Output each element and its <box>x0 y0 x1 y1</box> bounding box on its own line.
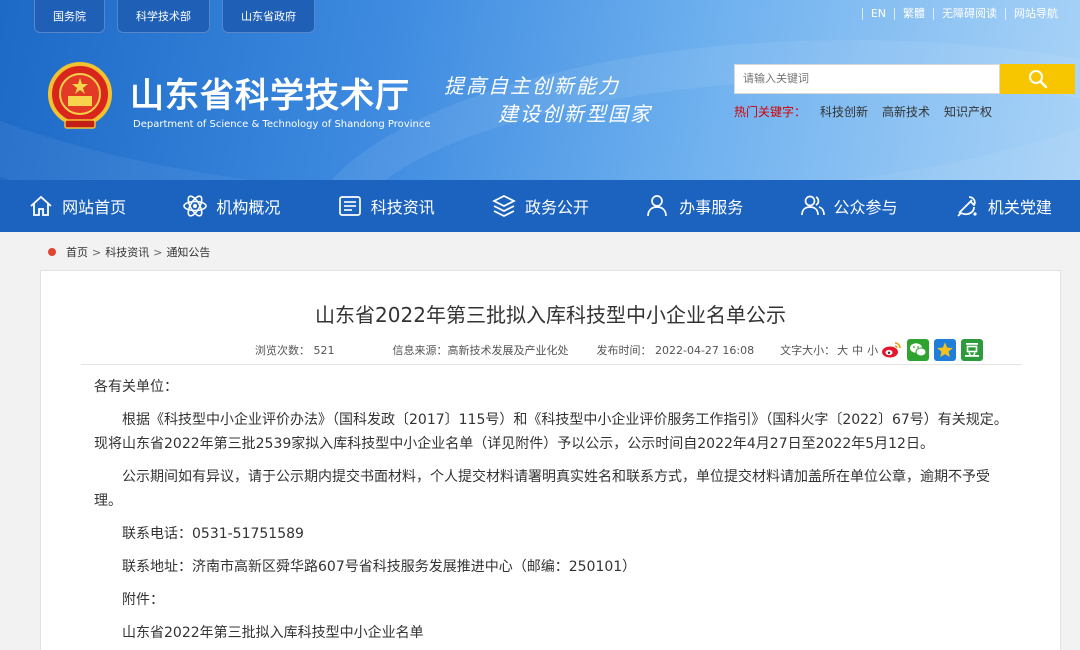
hot-keyword[interactable]: 知识产权 <box>944 103 992 120</box>
contact-address: 联系地址：济南市高新区舜华路607号省科技服务发展推进中心（邮编：250101） <box>122 559 637 575</box>
weibo-icon[interactable] <box>880 339 903 361</box>
hot-keyword[interactable]: 科技创新 <box>820 103 868 120</box>
atom-icon <box>183 195 208 217</box>
link-accessibility[interactable]: 无障碍阅读 <box>933 8 1005 20</box>
article-panel: 山东省2022年第三批拟入库科技型中小企业名单公示 浏览次数： 521 信息来源… <box>40 270 1061 650</box>
nav-party-building[interactable]: 机关党建 <box>926 180 1080 232</box>
attachment-label: 附件： <box>122 592 164 608</box>
top-tab-province[interactable]: 山东省政府 <box>222 0 315 33</box>
breadcrumb-home[interactable]: 首页 <box>66 244 88 260</box>
nav-services[interactable]: 办事服务 <box>617 180 771 232</box>
article-body: 各有关单位： 根据《科技型中小企业评价办法》（国科发政〔2017〕115号）和《… <box>94 375 1009 645</box>
article-meta: 浏览次数： 521 信息来源：高新技术发展及产业化处 发布时间： 2022-04… <box>255 339 984 361</box>
nav-label: 科技资讯 <box>370 198 435 217</box>
paragraph: 根据《科技型中小企业评价办法》（国科发政〔2017〕115号）和《科技型中小企业… <box>94 412 1008 452</box>
nav-label: 办事服务 <box>679 198 744 217</box>
national-emblem-icon <box>48 62 112 129</box>
view-count: 浏览次数： 521 <box>255 344 335 357</box>
meta-divider <box>81 364 1022 365</box>
search-box <box>734 64 1000 94</box>
font-size-small[interactable]: 小 <box>867 342 878 358</box>
publish-time: 发布时间： 2022-04-27 16:08 <box>596 344 755 357</box>
nav-label: 网站首页 <box>62 198 127 217</box>
top-tab-state-council[interactable]: 国务院 <box>34 0 105 33</box>
nav-label: 机关党建 <box>987 198 1052 217</box>
font-size-medium[interactable]: 中 <box>852 342 863 358</box>
layers-icon <box>492 195 516 217</box>
search-input[interactable] <box>735 65 999 93</box>
slogan-line-1: 提高自主创新能力 <box>444 76 620 98</box>
site-title[interactable]: 山东省科学技术厅 <box>130 68 410 117</box>
contact-phone: 联系电话：0531-51751589 <box>122 526 304 542</box>
search-button[interactable] <box>1000 64 1075 94</box>
font-size-label: 文字大小： <box>780 344 836 357</box>
qzone-icon[interactable] <box>934 339 957 361</box>
hot-keywords: 热门关键字： 科技创新 高新技术 知识产权 <box>734 103 992 120</box>
attachment-link[interactable]: 山东省2022年第三批拟入库科技型中小企业名单 <box>94 621 1009 645</box>
breadcrumb-separator: > <box>92 245 102 259</box>
top-links: EN 繁體 无障碍阅读 网站导航 <box>861 8 1066 20</box>
breadcrumb-separator: > <box>153 245 163 259</box>
greeting: 各有关单位： <box>94 379 178 395</box>
main-nav: 网站首页 机构概况 科技资讯 政务公开 办事服务 公众参与 机关党建 <box>0 180 1080 232</box>
home-icon <box>30 195 52 216</box>
info-source: 信息来源：高新技术发展及产业化处 <box>392 344 569 357</box>
hot-keyword[interactable]: 高新技术 <box>882 103 930 120</box>
nav-about[interactable]: 机构概况 <box>154 180 308 232</box>
article-title: 山东省2022年第三批拟入库科技型中小企业名单公示 <box>315 303 786 327</box>
nav-news[interactable]: 科技资讯 <box>309 180 463 232</box>
share-buttons <box>880 339 984 361</box>
hot-keywords-label: 热门关键字： <box>734 105 807 119</box>
user-service-icon <box>647 195 668 217</box>
top-tabs: 国务院 科学技术部 山东省政府 <box>34 0 315 33</box>
breadcrumb: 首页 > 科技资讯 > 通知公告 <box>48 244 210 260</box>
site-subtitle: Department of Science & Technology of Sh… <box>133 119 431 130</box>
font-size-large[interactable]: 大 <box>837 342 848 358</box>
nav-public-participation[interactable]: 公众参与 <box>771 180 925 232</box>
breadcrumb-news[interactable]: 科技资讯 <box>105 244 149 260</box>
link-english[interactable]: EN <box>861 8 894 20</box>
party-emblem-icon <box>957 196 977 217</box>
search-icon <box>1028 70 1047 89</box>
nav-home[interactable]: 网站首页 <box>0 180 154 232</box>
douban-icon[interactable] <box>961 339 984 361</box>
nav-government-affairs[interactable]: 政务公开 <box>463 180 617 232</box>
link-sitemap[interactable]: 网站导航 <box>1005 8 1066 20</box>
nav-label: 政务公开 <box>524 198 589 217</box>
people-icon <box>800 195 825 216</box>
slogan-line-2: 建设创新型国家 <box>498 104 652 126</box>
nav-label: 机构概况 <box>216 198 281 217</box>
paragraph: 公示期间如有异议，请于公示期内提交书面材料，个人提交材料请署明真实姓名和联系方式… <box>94 469 990 509</box>
wechat-icon[interactable] <box>907 339 930 361</box>
link-traditional[interactable]: 繁體 <box>894 8 933 20</box>
top-tab-most[interactable]: 科学技术部 <box>117 0 210 33</box>
location-dot-icon <box>48 248 56 256</box>
site-header: 国务院 科学技术部 山东省政府 EN 繁體 无障碍阅读 网站导航 山东省科学技术… <box>0 0 1080 180</box>
news-icon <box>338 196 361 216</box>
nav-label: 公众参与 <box>833 198 898 217</box>
breadcrumb-notices[interactable]: 通知公告 <box>166 244 210 260</box>
